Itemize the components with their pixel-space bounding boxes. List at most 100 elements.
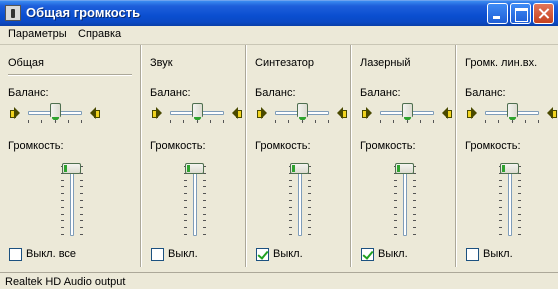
volume-tick [518,227,521,229]
channel-0-volume-label: Громкость: [8,140,64,152]
channel-3-mute-label: Выкл. [378,248,408,260]
channel-0-mute-label: Выкл. все [26,248,77,260]
volume-tick [394,200,397,201]
channel-4-volume-track[interactable] [508,164,512,236]
volume-tick [203,234,206,235]
balance-tick [223,120,224,123]
channel-3-volume-thumb[interactable] [395,163,414,174]
volume-tick [61,179,64,181]
column-separator [140,45,142,267]
channel-3-mute-checkbox[interactable] [361,248,374,261]
volume-tick [394,234,397,235]
volume-tick [308,234,311,235]
column-separator [350,45,352,267]
volume-tick [413,200,416,201]
channel-0-mute-checkbox[interactable] [9,248,22,261]
balance-tick [419,120,421,123]
volume-tick [61,220,64,222]
speaker-right-icon [90,107,100,119]
volume-tick [518,213,521,215]
menu-help[interactable]: Справка [78,28,121,40]
volume-tick [499,193,502,195]
volume-tick [61,234,64,235]
balance-tick [485,120,486,123]
channel-2-balance-thumb[interactable] [297,103,308,122]
volume-tick [289,193,292,195]
volume-tick [203,186,206,188]
channel-3-balance-thumb[interactable] [402,103,413,122]
channel-0-balance-thumb[interactable] [50,103,61,122]
speaker-left-icon [257,107,267,119]
menu-parameters[interactable]: Параметры [8,28,67,40]
title-bar[interactable]: Общая громкость [0,0,558,26]
channel-3-name: Лазерный [360,57,411,69]
maximize-button[interactable] [510,3,531,24]
volume-tick [499,200,502,201]
speaker-left-icon [152,107,162,119]
menu-bar: Параметры Справка [0,26,558,45]
volume-tick [308,179,311,181]
channel-1-mute-checkbox[interactable] [151,248,164,261]
close-button[interactable] [533,3,554,24]
channel-4-volume-thumb[interactable] [500,163,519,174]
volume-tick [499,186,502,188]
volume-tick [308,193,311,195]
volume-tick [80,179,83,181]
volume-tick [413,213,416,215]
channel-4-balance-thumb[interactable] [507,103,518,122]
channel-1-volume-track[interactable] [193,164,197,236]
channel-0-volume-track[interactable] [70,164,74,236]
channel-1-mute-label: Выкл. [168,248,198,260]
channel-2-mute-checkbox[interactable] [256,248,269,261]
channel-4-volume-label: Громкость: [465,140,521,152]
volume-tick [80,193,83,195]
volume-tick [289,186,292,188]
volume-tick [184,186,187,188]
channel-4-name: Громк. лин.вх. [465,57,538,69]
speaker-right-icon [547,107,557,119]
volume-tick [80,213,83,215]
channel-2-volume-track[interactable] [298,164,302,236]
channel-0-volume-thumb[interactable] [62,163,81,174]
volume-tick [203,213,206,215]
volume-tick [61,200,64,201]
volume-tick [518,234,521,235]
balance-tick [314,120,316,123]
channel-2-volume-label: Громкость: [255,140,311,152]
volume-tick [203,200,206,201]
volume-tick [308,213,311,215]
volume-tick [308,227,311,229]
volume-tick [413,234,416,235]
volume-tick [394,186,397,188]
column-separator [245,45,247,267]
volume-tick [413,220,416,222]
volume-tick [499,179,502,181]
channel-3-balance-label: Баланс: [360,87,401,99]
volume-tick [394,193,397,195]
channel-2-name: Синтезатор [255,57,315,69]
minimize-button[interactable] [487,3,508,24]
volume-tick [308,186,311,188]
volume-tick [289,234,292,235]
balance-tick [433,120,434,123]
balance-tick [328,120,329,123]
channel-1-balance-thumb[interactable] [192,103,203,122]
volume-tick [413,193,416,195]
app-icon[interactable] [5,5,21,21]
volume-tick [308,220,311,222]
channel-4-mute-label: Выкл. [483,248,513,260]
channel-3-volume-label: Громкость: [360,140,416,152]
volume-tick [80,227,83,229]
speaker-left-icon [362,107,372,119]
channel-2-volume-thumb[interactable] [290,163,309,174]
channel-3-volume-track[interactable] [403,164,407,236]
channel-4-mute-checkbox[interactable] [466,248,479,261]
balance-tick [380,120,381,123]
window-title: Общая громкость [26,5,141,20]
channel-1-volume-thumb[interactable] [185,163,204,174]
volume-tick [518,200,521,201]
volume-tick [394,206,397,208]
volume-tick [499,227,502,229]
volume-tick [499,234,502,235]
volume-tick [413,206,416,208]
